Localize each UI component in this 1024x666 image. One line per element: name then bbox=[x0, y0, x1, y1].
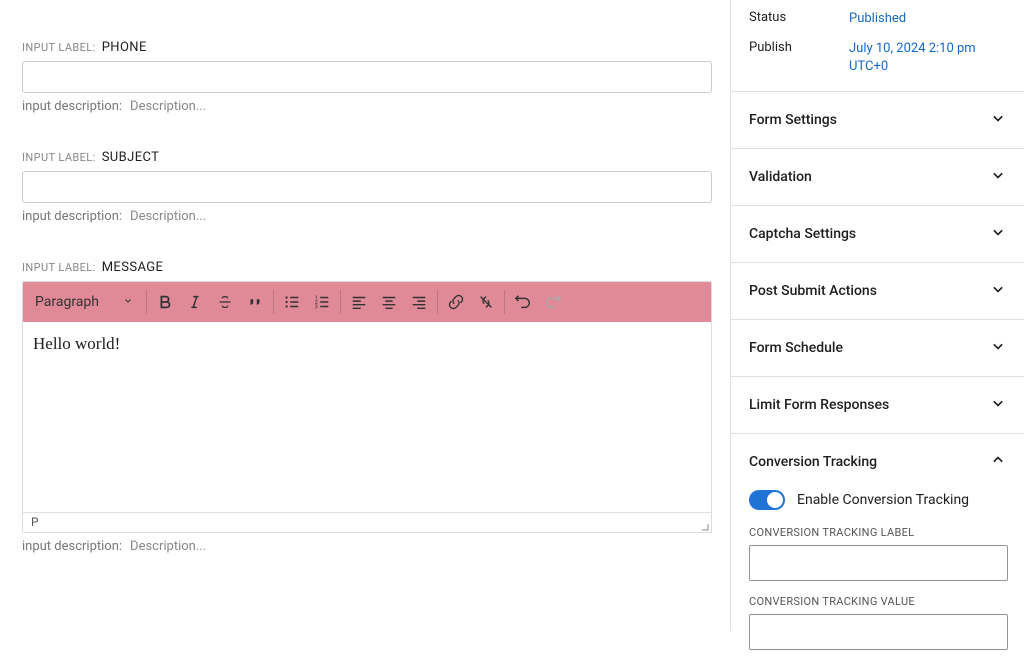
chevron-down-icon bbox=[988, 336, 1008, 360]
input-description-prefix: input description: bbox=[22, 209, 122, 224]
panel-title: Validation bbox=[749, 169, 812, 185]
panel-form-settings: Form Settings bbox=[731, 92, 1024, 149]
numbered-list-button[interactable]: 123 bbox=[307, 287, 337, 317]
message-description-row: input description: Description... bbox=[22, 539, 712, 554]
panel-header-captcha[interactable]: Captcha Settings bbox=[731, 206, 1024, 262]
enable-conversion-toggle[interactable] bbox=[749, 490, 785, 510]
phone-label-row: INPUT LABEL: PHONE bbox=[22, 40, 712, 55]
field-phone: INPUT LABEL: PHONE input description: De… bbox=[22, 40, 712, 114]
phone-label-text[interactable]: PHONE bbox=[102, 40, 147, 55]
enable-conversion-label: Enable Conversion Tracking bbox=[797, 492, 969, 508]
conversion-label-field-label: CONVERSION TRACKING LABEL bbox=[749, 526, 1008, 539]
panel-title: Limit Form Responses bbox=[749, 397, 889, 413]
chevron-down-icon bbox=[988, 108, 1008, 132]
toolbar-separator bbox=[504, 290, 505, 314]
subject-label-row: INPUT LABEL: SUBJECT bbox=[22, 150, 712, 165]
chevron-down-icon bbox=[988, 165, 1008, 189]
bullet-list-button[interactable] bbox=[277, 287, 307, 317]
toolbar-separator bbox=[146, 290, 147, 314]
subject-description-placeholder[interactable]: Description... bbox=[130, 209, 206, 224]
unlink-button[interactable] bbox=[471, 287, 501, 317]
enable-conversion-row: Enable Conversion Tracking bbox=[749, 490, 1008, 510]
align-left-button[interactable] bbox=[344, 287, 374, 317]
toolbar-separator bbox=[340, 290, 341, 314]
panel-header-limit-responses[interactable]: Limit Form Responses bbox=[731, 377, 1024, 433]
panel-header-post-submit[interactable]: Post Submit Actions bbox=[731, 263, 1024, 319]
status-row: Status Published bbox=[749, 10, 1008, 28]
link-button[interactable] bbox=[441, 287, 471, 317]
panel-validation: Validation bbox=[731, 149, 1024, 206]
panel-header-form-schedule[interactable]: Form Schedule bbox=[731, 320, 1024, 376]
subject-label-text[interactable]: SUBJECT bbox=[102, 150, 160, 165]
input-label-prefix: INPUT LABEL: bbox=[22, 261, 96, 274]
toolbar-separator bbox=[273, 290, 274, 314]
panel-title: Post Submit Actions bbox=[749, 283, 877, 299]
align-right-button[interactable] bbox=[404, 287, 434, 317]
field-message: INPUT LABEL: MESSAGE Paragraph bbox=[22, 260, 712, 554]
align-center-button[interactable] bbox=[374, 287, 404, 317]
chevron-up-icon bbox=[988, 450, 1008, 474]
status-value[interactable]: Published bbox=[849, 10, 1008, 28]
rte-toolbar: Paragraph bbox=[23, 282, 711, 322]
format-dropdown-label: Paragraph bbox=[35, 294, 99, 310]
field-subject: INPUT LABEL: SUBJECT input description: … bbox=[22, 150, 712, 224]
input-label-prefix: INPUT LABEL: bbox=[22, 41, 96, 54]
strikethrough-button[interactable] bbox=[210, 287, 240, 317]
panel-title: Form Settings bbox=[749, 112, 837, 128]
conversion-tracking-body: Enable Conversion Tracking CONVERSION TR… bbox=[731, 490, 1024, 666]
rte-content-area[interactable]: Hello world! bbox=[23, 322, 711, 512]
toolbar-separator bbox=[437, 290, 438, 314]
conversion-value-field-label: CONVERSION TRACKING VALUE bbox=[749, 595, 1008, 608]
status-label: Status bbox=[749, 10, 849, 25]
post-meta-block: Status Published Publish July 10, 2024 2… bbox=[731, 0, 1024, 92]
panel-post-submit-actions: Post Submit Actions bbox=[731, 263, 1024, 320]
main-editor-area: INPUT LABEL: PHONE input description: De… bbox=[0, 0, 730, 631]
panel-header-validation[interactable]: Validation bbox=[731, 149, 1024, 205]
chevron-down-icon bbox=[123, 294, 133, 310]
phone-input[interactable] bbox=[22, 61, 712, 93]
format-dropdown[interactable]: Paragraph bbox=[25, 287, 143, 317]
settings-sidebar: Status Published Publish July 10, 2024 2… bbox=[730, 0, 1024, 631]
message-label-row: INPUT LABEL: MESSAGE bbox=[22, 260, 712, 275]
panel-title: Form Schedule bbox=[749, 340, 843, 356]
publish-row: Publish July 10, 2024 2:10 pm UTC+0 bbox=[749, 40, 1008, 76]
chevron-down-icon bbox=[988, 222, 1008, 246]
panel-title: Conversion Tracking bbox=[749, 454, 877, 470]
panel-limit-form-responses: Limit Form Responses bbox=[731, 377, 1024, 434]
chevron-down-icon bbox=[988, 279, 1008, 303]
conversion-value-input[interactable] bbox=[749, 614, 1008, 650]
rte-element-path[interactable]: P bbox=[31, 515, 39, 529]
publish-label: Publish bbox=[749, 40, 849, 55]
svg-text:3: 3 bbox=[315, 304, 318, 310]
undo-button[interactable] bbox=[508, 287, 538, 317]
resize-handle-icon[interactable] bbox=[697, 519, 709, 531]
input-description-prefix: input description: bbox=[22, 539, 122, 554]
conversion-label-input[interactable] bbox=[749, 545, 1008, 581]
input-label-prefix: INPUT LABEL: bbox=[22, 151, 96, 164]
publish-value[interactable]: July 10, 2024 2:10 pm UTC+0 bbox=[849, 40, 1008, 76]
panel-title: Captcha Settings bbox=[749, 226, 856, 242]
panel-captcha-settings: Captcha Settings bbox=[731, 206, 1024, 263]
panel-header-conversion-tracking[interactable]: Conversion Tracking bbox=[731, 434, 1024, 490]
message-label-text[interactable]: MESSAGE bbox=[102, 260, 164, 275]
message-description-placeholder[interactable]: Description... bbox=[130, 539, 206, 554]
rte-status-bar: P bbox=[23, 512, 711, 532]
blockquote-button[interactable] bbox=[240, 287, 270, 317]
phone-description-row: input description: Description... bbox=[22, 99, 712, 114]
subject-description-row: input description: Description... bbox=[22, 209, 712, 224]
phone-description-placeholder[interactable]: Description... bbox=[130, 99, 206, 114]
bold-button[interactable] bbox=[150, 287, 180, 317]
subject-input[interactable] bbox=[22, 171, 712, 203]
rich-text-editor: Paragraph bbox=[22, 281, 712, 533]
chevron-down-icon bbox=[988, 393, 1008, 417]
panel-header-form-settings[interactable]: Form Settings bbox=[731, 92, 1024, 148]
italic-button[interactable] bbox=[180, 287, 210, 317]
input-description-prefix: input description: bbox=[22, 99, 122, 114]
panel-form-schedule: Form Schedule bbox=[731, 320, 1024, 377]
redo-button[interactable] bbox=[538, 287, 568, 317]
